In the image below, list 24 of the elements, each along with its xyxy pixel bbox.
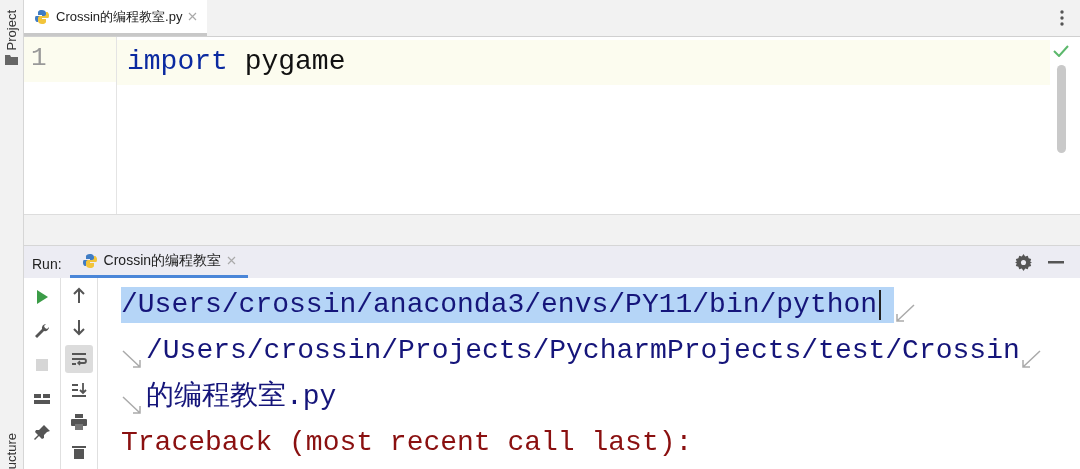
python-icon <box>81 252 98 269</box>
more-icon[interactable] <box>1060 10 1064 26</box>
line-number: 1 <box>31 43 47 73</box>
code-line: import pygame <box>127 46 346 77</box>
run-tab[interactable]: Crossin的编程教室 <box>69 246 249 278</box>
print-icon <box>70 412 88 431</box>
python-icon <box>34 8 50 25</box>
down-arrow-icon <box>70 318 88 337</box>
scrollbar[interactable] <box>1056 65 1066 153</box>
wrench-icon <box>33 322 51 340</box>
pin-icon <box>33 424 51 442</box>
output-line: /Users/crossin/Projects/PycharmProjects/test/Crossin <box>146 333 1020 368</box>
output-line: 的编程教室.py <box>146 379 337 414</box>
minimize-icon[interactable] <box>1048 260 1064 264</box>
editor-tab[interactable]: Crossin的编程教室.py <box>24 0 208 36</box>
soft-wrap-button[interactable] <box>65 345 93 373</box>
project-tab[interactable]: Project <box>5 10 18 51</box>
stop-icon <box>33 356 51 374</box>
run-label: Run: <box>31 255 63 274</box>
structure-tab[interactable]: ucture <box>5 432 18 469</box>
scroll-to-end-icon <box>70 381 88 400</box>
folder-icon <box>5 54 18 66</box>
settings-icon[interactable] <box>1015 253 1032 271</box>
error-output-line: Traceback (most recent call last): <box>121 425 693 460</box>
